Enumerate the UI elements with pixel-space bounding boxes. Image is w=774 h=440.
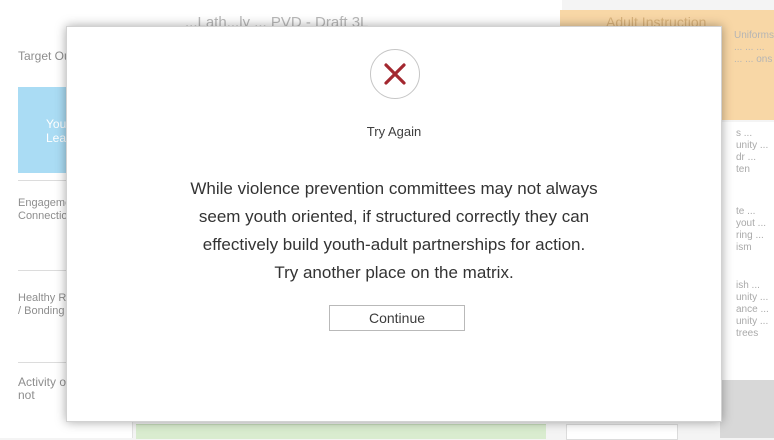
dialog-message: While violence prevention committees may… [147, 175, 641, 287]
dialog-status-title: Try Again [366, 124, 422, 139]
message-line: effectively build youth-adult partnershi… [202, 235, 586, 254]
right-column-top-text: Uniforms ... ... ... ... ... ons [734, 30, 774, 65]
feedback-dialog: Try Again While violence prevention comm… [66, 26, 722, 422]
message-line: seem youth oriented, if structured corre… [198, 207, 590, 226]
message-line: While violence prevention committees may… [190, 179, 598, 198]
right-cell[interactable]: s ... unity ... dr ... ten [736, 128, 772, 176]
right-cell[interactable]: ish ... unity ... ance ... unity ... tre… [736, 280, 772, 340]
right-gray-strip [720, 380, 774, 438]
matrix-bottom-green-cell[interactable] [136, 424, 546, 439]
x-mark-icon [384, 63, 406, 85]
continue-button[interactable]: Continue [329, 305, 465, 331]
right-cell[interactable]: te ... yout ... ring ... ism [736, 206, 772, 254]
message-line: Try another place on the matrix. [274, 263, 514, 282]
right-column-cells: s ... unity ... dr ... ten te ... yout .… [720, 122, 774, 380]
close-x-icon [370, 49, 420, 99]
